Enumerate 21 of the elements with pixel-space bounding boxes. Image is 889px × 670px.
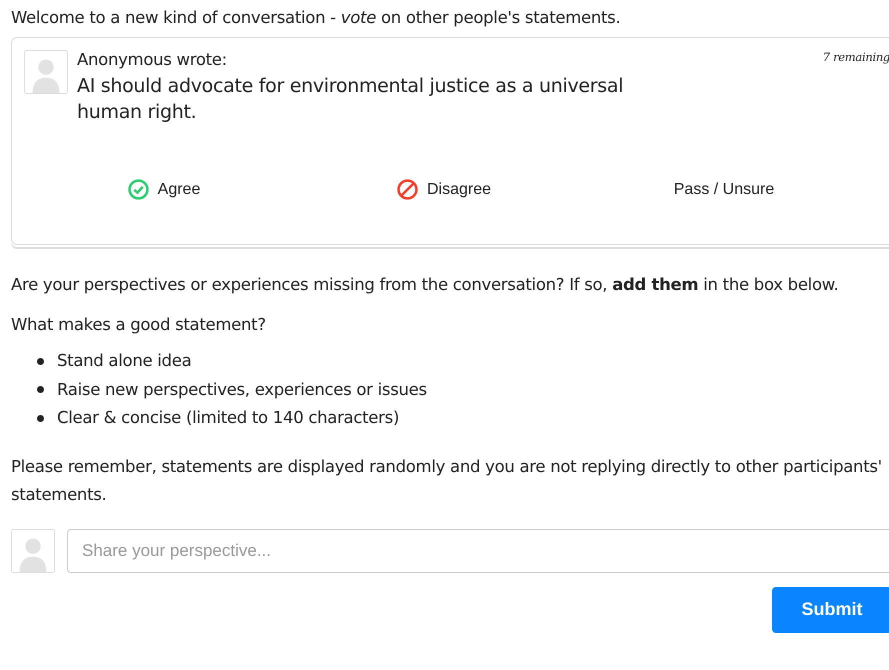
guide-item: Raise new perspectives, experiences or issues (57, 378, 427, 400)
guide-item: Clear & concise (limited to 140 characters) (57, 407, 400, 429)
agree-button[interactable]: Agree (24, 175, 304, 204)
intro-text: Welcome to a new kind of conversation - vote on other people's statements. (11, 8, 622, 27)
check-circle-icon (128, 179, 149, 200)
author-label: Anonymous wrote: (77, 50, 228, 69)
prohibited-icon (396, 179, 418, 200)
reminder-text: Please remember, statements are displayed randomly and you are not replying directly to other participants' statements. (11, 456, 883, 506)
bullet-icon (37, 358, 44, 365)
avatar-icon (11, 528, 55, 572)
statement-text: AI should advocate for environmental justice as a universal human right. (77, 74, 624, 125)
submit-button[interactable]: Submit (772, 586, 889, 632)
bullet-icon (37, 386, 44, 394)
disagree-button[interactable]: Disagree (304, 175, 584, 204)
prompt-text: Are your perspectives or experiences missing from the conversation? If so, add them in the box below. (11, 274, 840, 296)
pass-button[interactable]: Pass / Unsure (584, 175, 864, 204)
statement-input[interactable]: Share your perspective... (67, 528, 889, 572)
bullet-icon (37, 414, 44, 422)
guide-item: Stand alone idea (57, 350, 192, 372)
avatar-icon (24, 50, 68, 94)
guide-title: What makes a good statement? (11, 314, 267, 336)
